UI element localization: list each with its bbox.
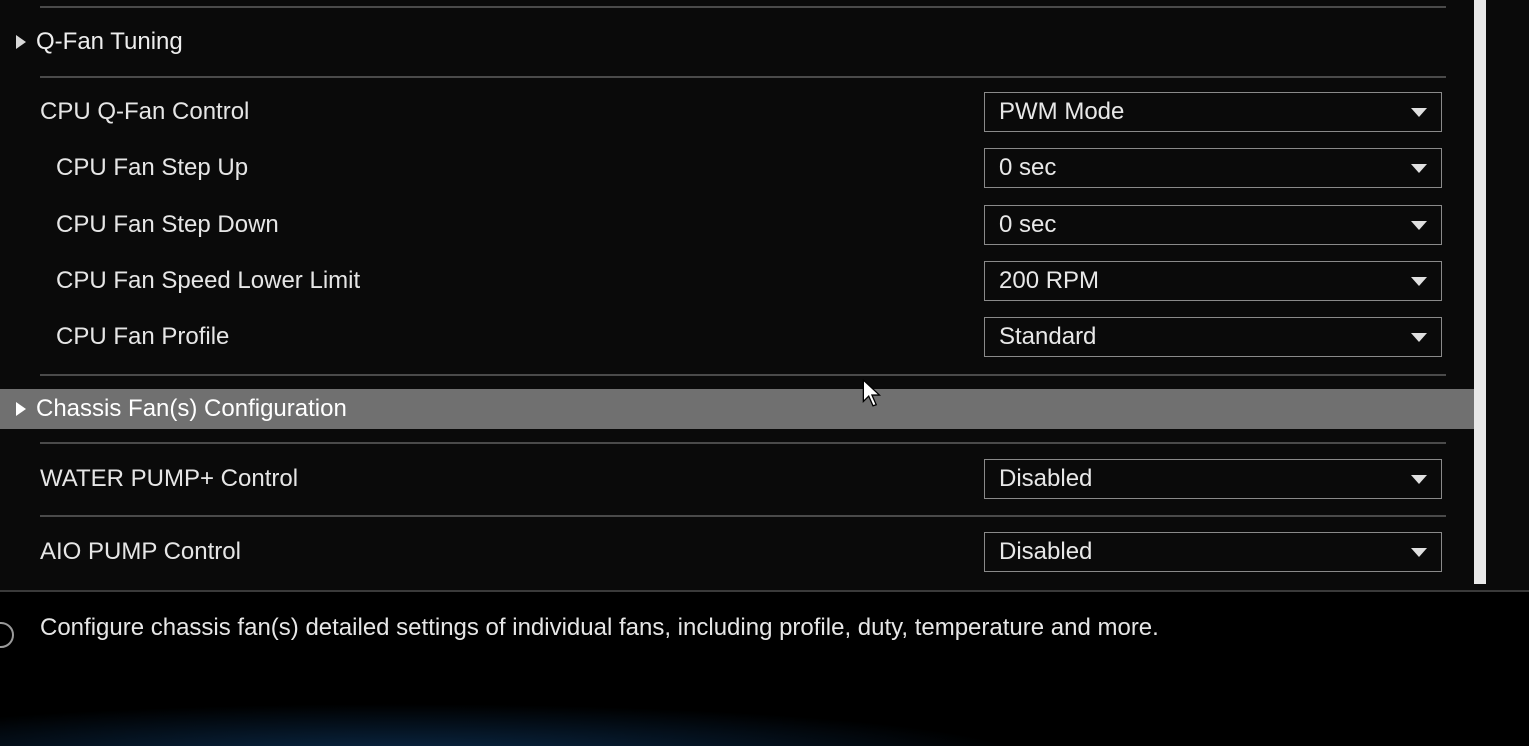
chevron-down-icon	[1411, 548, 1427, 557]
scrollbar[interactable]	[1474, 0, 1486, 584]
row-aio-pump: AIO PUMP Control Disabled	[0, 530, 1446, 574]
dropdown-water-pump-plus[interactable]: Disabled	[984, 459, 1442, 499]
dropdown-cpu-fan-profile[interactable]: Standard	[984, 317, 1442, 357]
dropdown-value: Standard	[999, 323, 1096, 351]
chevron-down-icon	[1411, 164, 1427, 173]
dropdown-cpu-qfan-control[interactable]: PWM Mode	[984, 92, 1442, 132]
row-cpu-fan-step-down: CPU Fan Step Down 0 sec	[0, 203, 1446, 247]
chevron-down-icon	[1411, 475, 1427, 484]
dropdown-cpu-fan-step-down[interactable]: 0 sec	[984, 205, 1442, 245]
dropdown-cpu-fan-step-up[interactable]: 0 sec	[984, 148, 1442, 188]
nav-qfan-tuning[interactable]: Q-Fan Tuning	[0, 22, 1478, 62]
option-label: CPU Fan Step Down	[56, 211, 279, 239]
row-cpu-fan-step-up: CPU Fan Step Up 0 sec	[0, 146, 1446, 190]
chevron-down-icon	[1411, 221, 1427, 230]
chevron-down-icon	[1411, 333, 1427, 342]
nav-label: Chassis Fan(s) Configuration	[36, 395, 347, 423]
divider	[40, 374, 1446, 376]
dropdown-value: PWM Mode	[999, 98, 1124, 126]
dropdown-value: Disabled	[999, 465, 1092, 493]
dropdown-cpu-fan-speed-lower-limit[interactable]: 200 RPM	[984, 261, 1442, 301]
chevron-right-icon	[16, 402, 26, 416]
chevron-right-icon	[16, 35, 26, 49]
info-icon	[0, 622, 14, 648]
nav-label: Q-Fan Tuning	[36, 28, 183, 56]
chevron-down-icon	[1411, 277, 1427, 286]
chevron-down-icon	[1411, 108, 1427, 117]
row-cpu-qfan-control: CPU Q-Fan Control PWM Mode	[0, 90, 1446, 134]
dropdown-value: Disabled	[999, 538, 1092, 566]
dropdown-value: 0 sec	[999, 154, 1056, 182]
decorative-glow	[0, 700, 1529, 746]
row-cpu-fan-profile: CPU Fan Profile Standard	[0, 315, 1446, 359]
dropdown-aio-pump[interactable]: Disabled	[984, 532, 1442, 572]
help-panel: Configure chassis fan(s) detailed settin…	[0, 590, 1529, 746]
divider	[40, 6, 1446, 8]
divider	[40, 442, 1446, 444]
dropdown-value: 0 sec	[999, 211, 1056, 239]
divider	[40, 515, 1446, 517]
option-label: CPU Fan Profile	[56, 323, 229, 351]
nav-chassis-fan-config[interactable]: Chassis Fan(s) Configuration	[0, 389, 1478, 429]
option-label: CPU Fan Speed Lower Limit	[56, 267, 360, 295]
option-label: CPU Q-Fan Control	[40, 98, 249, 126]
option-label: AIO PUMP Control	[40, 538, 241, 566]
dropdown-value: 200 RPM	[999, 267, 1099, 295]
settings-panel: Q-Fan Tuning CPU Q-Fan Control PWM Mode …	[0, 0, 1500, 590]
option-label: CPU Fan Step Up	[56, 154, 248, 182]
row-cpu-fan-speed-lower-limit: CPU Fan Speed Lower Limit 200 RPM	[0, 259, 1446, 303]
option-label: WATER PUMP+ Control	[40, 465, 298, 493]
row-water-pump-plus: WATER PUMP+ Control Disabled	[0, 457, 1446, 501]
bios-screen: Q-Fan Tuning CPU Q-Fan Control PWM Mode …	[0, 0, 1529, 746]
help-text: Configure chassis fan(s) detailed settin…	[40, 614, 1420, 642]
divider	[40, 76, 1446, 78]
